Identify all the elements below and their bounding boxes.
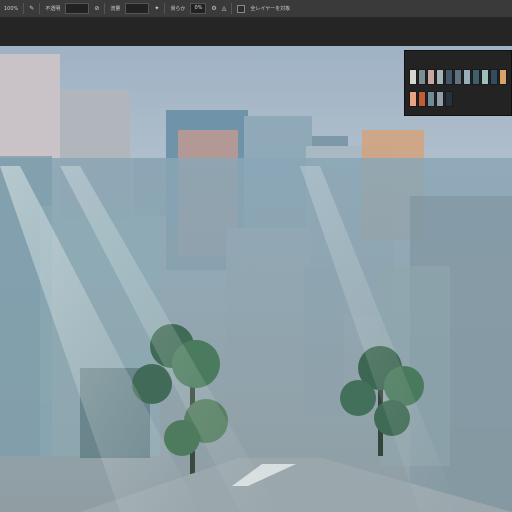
color-swatch[interactable] [463, 69, 471, 85]
flow-field[interactable] [125, 3, 150, 14]
color-swatch[interactable] [499, 69, 507, 85]
brush-preset-icon[interactable]: ✎ [29, 5, 34, 12]
pressure-opacity-icon[interactable]: ⊘ [94, 5, 99, 12]
smoothing-field[interactable]: 0% [190, 3, 207, 14]
color-swatch[interactable] [454, 69, 462, 85]
color-swatch[interactable] [436, 91, 444, 107]
color-swatch[interactable] [490, 69, 498, 85]
sample-all-layers-checkbox[interactable] [237, 4, 246, 13]
color-swatch[interactable] [436, 69, 444, 85]
color-swatch[interactable] [445, 91, 453, 107]
document-tab-bar [0, 18, 512, 46]
color-swatch[interactable] [427, 91, 435, 107]
color-swatch[interactable] [445, 69, 453, 85]
color-swatch[interactable] [481, 69, 489, 85]
flow-label: 流量 [110, 6, 121, 12]
divider [104, 3, 106, 14]
smoothing-label: 滑らか [170, 6, 186, 12]
color-swatch[interactable] [409, 69, 417, 85]
color-palette-panel [404, 50, 512, 116]
color-swatch[interactable] [472, 69, 480, 85]
options-bar: 100% ✎ 不透明 ⊘ 流量 ✦ 滑らか 0% ⚙ ◬ 全レイヤーを対象 [0, 0, 512, 18]
divider [23, 3, 25, 14]
angle-icon[interactable]: ◬ [222, 5, 227, 12]
color-swatch[interactable] [418, 69, 426, 85]
color-swatch[interactable] [409, 91, 417, 107]
color-swatch[interactable] [418, 91, 426, 107]
airbrush-icon[interactable]: ✦ [154, 5, 159, 12]
sample-all-layers-label: 全レイヤーを対象 [250, 6, 291, 12]
opacity-label: 不透明 [45, 6, 61, 12]
divider [231, 3, 233, 14]
color-swatch[interactable] [427, 69, 435, 85]
zoom-value[interactable]: 100% [4, 6, 18, 12]
divider [39, 3, 41, 14]
divider [164, 3, 166, 14]
settings-gear-icon[interactable]: ⚙ [211, 5, 216, 12]
opacity-field[interactable] [65, 3, 90, 14]
